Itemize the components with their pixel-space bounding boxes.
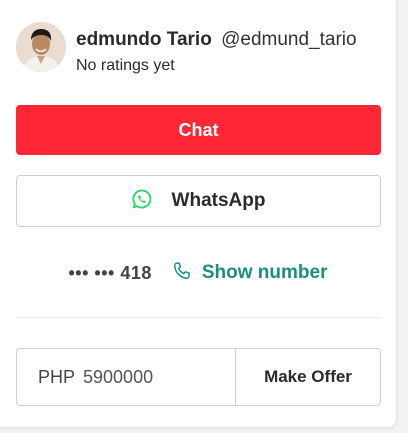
offer-amount-input[interactable]: 5900000 <box>83 367 153 388</box>
whatsapp-icon <box>131 189 152 214</box>
seller-info: edmundo Tario @edmund_tario No ratings y… <box>76 28 357 75</box>
phone-icon <box>172 261 192 286</box>
whatsapp-button-label: WhatsApp <box>171 190 266 211</box>
make-offer-button-label: Make Offer <box>264 367 352 386</box>
make-offer-button[interactable]: Make Offer <box>235 349 380 405</box>
show-number-link[interactable]: Show number <box>172 261 328 286</box>
show-number-label: Show number <box>201 262 328 283</box>
offer-currency: PHP <box>38 366 76 387</box>
whatsapp-button[interactable]: WhatsApp <box>16 175 381 227</box>
divider <box>16 317 381 318</box>
seller-name-line: edmundo Tario @edmund_tario <box>76 28 357 52</box>
offer-amount-field[interactable]: PHP 5900000 <box>17 349 235 405</box>
seller-ratings: No ratings yet <box>76 57 175 74</box>
phone-number-row: ••• ••• 418 Show number <box>0 260 396 286</box>
chat-button[interactable]: Chat <box>16 105 381 155</box>
seller-profile: edmundo Tario @edmund_tario No ratings y… <box>16 22 357 75</box>
make-offer-form: PHP 5900000 Make Offer <box>16 348 381 406</box>
seller-name[interactable]: edmundo Tario <box>76 29 212 50</box>
chat-button-label: Chat <box>178 119 219 140</box>
avatar[interactable] <box>16 22 66 72</box>
seller-handle: @edmund_tario <box>221 29 357 50</box>
seller-contact-card: edmundo Tario @edmund_tario No ratings y… <box>0 0 396 427</box>
masked-phone-number: ••• ••• 418 <box>68 262 152 283</box>
